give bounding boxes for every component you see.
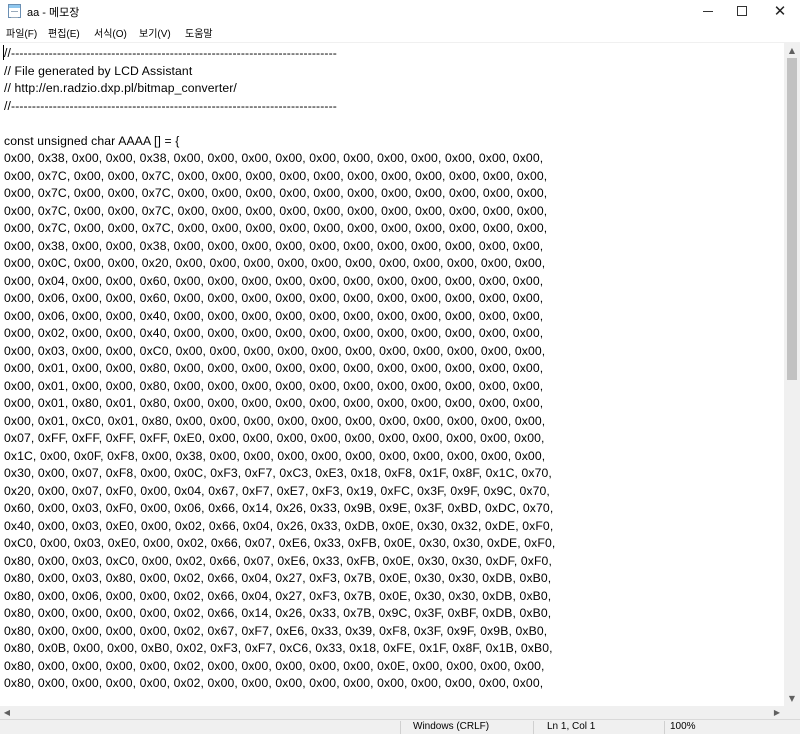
- status-zoom: 100%: [670, 721, 696, 732]
- text-caret: [3, 45, 4, 60]
- status-divider: [400, 721, 401, 734]
- maximize-button[interactable]: [724, 0, 760, 22]
- menu-file[interactable]: 파일(F): [6, 25, 37, 40]
- scroll-right-icon[interactable]: ▶: [770, 706, 784, 719]
- minimize-icon: [703, 10, 713, 12]
- status-cursor-position: Ln 1, Col 1: [547, 721, 596, 732]
- scroll-up-icon[interactable]: ▲: [784, 42, 800, 58]
- title-bar: aa - 메모장 ✕: [0, 0, 800, 22]
- notepad-icon: [8, 4, 21, 18]
- status-encoding: Windows (CRLF): [413, 721, 490, 732]
- horizontal-scrollbar[interactable]: ◀ ▶: [0, 706, 784, 719]
- menu-format[interactable]: 서식(O): [94, 25, 127, 40]
- maximize-icon: [737, 6, 747, 16]
- minimize-button[interactable]: [690, 0, 726, 22]
- editor-content[interactable]: //--------------------------------------…: [0, 43, 784, 693]
- menu-edit[interactable]: 편집(E): [48, 25, 80, 40]
- scroll-down-icon[interactable]: ▼: [784, 690, 800, 706]
- status-divider: [533, 721, 534, 734]
- vertical-scroll-thumb[interactable]: [787, 58, 797, 380]
- window-title: aa - 메모장: [27, 7, 80, 19]
- vertical-scrollbar[interactable]: ▲ ▼: [784, 42, 800, 706]
- menu-help[interactable]: 도움말: [185, 25, 213, 40]
- text-editor[interactable]: //--------------------------------------…: [0, 42, 784, 706]
- menu-bar: 파일(F) 편집(E) 서식(O) 보기(V) 도움말: [0, 22, 800, 42]
- status-divider: [664, 721, 665, 734]
- close-button[interactable]: ✕: [762, 0, 798, 22]
- menu-view[interactable]: 보기(V): [139, 25, 171, 40]
- scrollbar-corner: [784, 706, 800, 719]
- scroll-left-icon[interactable]: ◀: [0, 706, 14, 719]
- close-icon: ✕: [773, 1, 787, 20]
- status-bar: Windows (CRLF) Ln 1, Col 1 100%: [0, 719, 800, 734]
